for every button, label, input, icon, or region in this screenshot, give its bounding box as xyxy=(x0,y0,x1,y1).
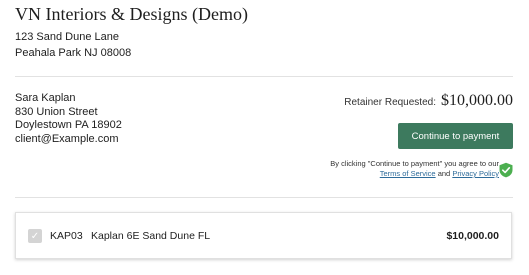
line-item-description: Kaplan 6E Sand Dune FL xyxy=(91,230,211,242)
line-item-code: KAP03 xyxy=(50,230,83,242)
company-address-line1: 123 Sand Dune Lane xyxy=(15,31,119,43)
client-city: Doylestown PA 18902 xyxy=(15,119,122,131)
agreement-sentence: By clicking "Continue to payment" you ag… xyxy=(330,159,499,168)
line-item-card: ✓ KAP03 Kaplan 6E Sand Dune FL $10,000.0… xyxy=(15,212,512,259)
company-address-line2: Peahala Park NJ 08008 xyxy=(15,46,132,59)
shield-check-icon xyxy=(499,162,513,178)
continue-to-payment-button[interactable]: Continue to payment xyxy=(398,123,513,149)
line-item-checkbox[interactable]: ✓ xyxy=(28,229,42,243)
client-info: Sara Kaplan 830 Union Street Doylestown … xyxy=(15,92,122,146)
retainer-summary: Retainer Requested: $10,000.00 xyxy=(344,92,513,110)
client-name: Sara Kaplan xyxy=(15,92,76,104)
divider xyxy=(15,197,513,198)
agreement-and: and xyxy=(437,169,451,178)
terms-of-service-link[interactable]: Terms of Service xyxy=(380,169,436,178)
client-email: client@Example.com xyxy=(15,132,119,145)
retainer-label: Retainer Requested: xyxy=(344,97,436,108)
company-address: 123 Sand Dune Lane Peahala Park NJ 08008 xyxy=(15,30,131,61)
client-street: 830 Union Street xyxy=(15,105,98,118)
privacy-policy-link[interactable]: Privacy Policy xyxy=(452,169,499,178)
company-name: VN Interiors & Designs (Demo) xyxy=(15,4,248,24)
agreement-text: By clicking "Continue to payment" you ag… xyxy=(330,159,499,179)
check-icon: ✓ xyxy=(30,230,40,242)
line-item-amount: $10,000.00 xyxy=(446,230,499,242)
divider xyxy=(15,76,513,77)
retainer-amount: $10,000.00 xyxy=(441,92,513,109)
